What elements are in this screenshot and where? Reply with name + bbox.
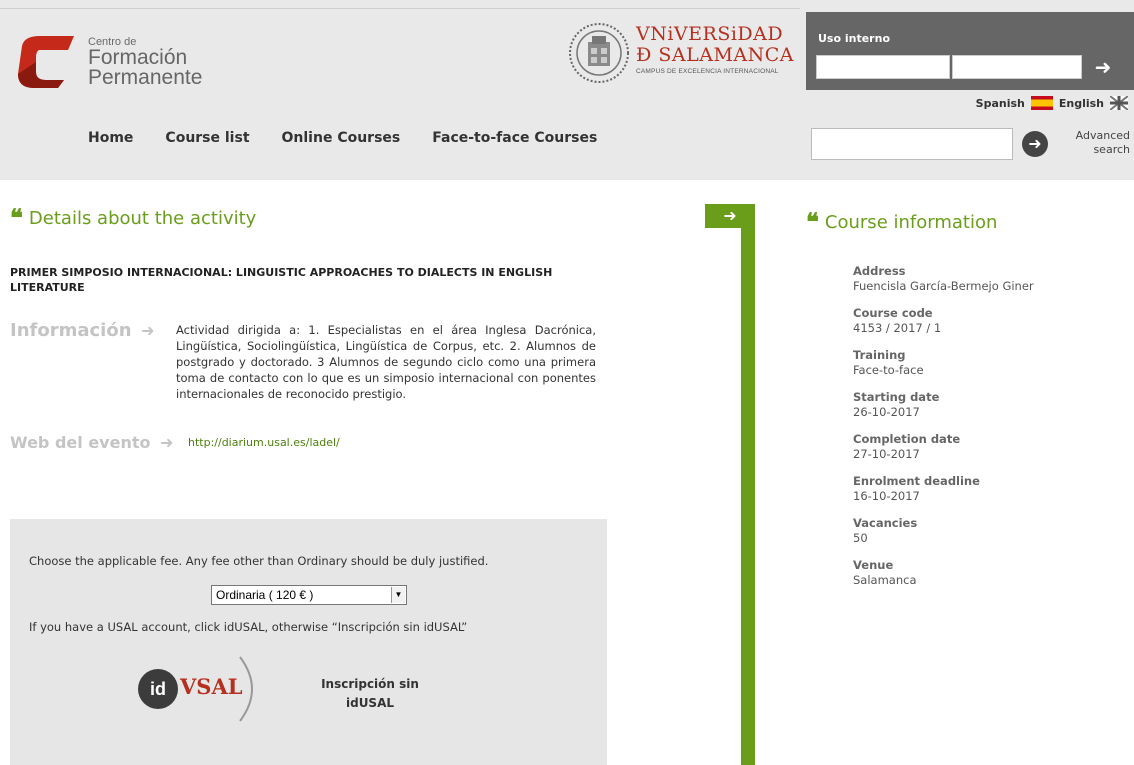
- info-item-label: Training: [853, 348, 906, 362]
- register-without-idusal-button[interactable]: Inscripción sin idUSAL: [320, 675, 420, 713]
- university-subtitle: CAMPUS DE EXCELENCIA INTERNACIONAL: [636, 68, 779, 75]
- course-info-venue: Venue Salamanca: [853, 558, 1123, 588]
- quote-icon: ❝: [806, 207, 819, 236]
- idusal-id-badge: id: [138, 669, 178, 709]
- login-password-field[interactable]: [952, 55, 1082, 79]
- flag-uk-icon[interactable]: [1110, 96, 1128, 110]
- university-name-line-2: Ð SALAMANCA: [636, 44, 795, 66]
- info-item-value: 26-10-2017: [853, 405, 920, 419]
- advanced-search-link[interactable]: Advanced search: [1060, 129, 1130, 157]
- info-item-label: Vacancies: [853, 516, 918, 530]
- course-info-training: Training Face-to-face: [853, 348, 1123, 378]
- details-title-text: Details about the activity: [28, 208, 257, 229]
- arrow-right-icon: ➜: [135, 321, 155, 340]
- web-label-text: Web del evento: [10, 433, 151, 452]
- flag-es-icon[interactable]: [1030, 96, 1053, 110]
- idusal-login-button[interactable]: id VSAL: [138, 655, 268, 723]
- nav-home[interactable]: Home: [88, 130, 133, 146]
- fee-instruction: Choose the applicable fee. Any fee other…: [29, 554, 489, 568]
- course-info-address: Address Fuencisla García-Bermejo Giner: [853, 264, 1123, 294]
- header: Centro de Formación Permanente VNiVERSiD…: [0, 0, 1134, 180]
- fee-select[interactable]: Ordinaria ( 120 € ) ▼: [211, 585, 407, 605]
- course-info-vacancies: Vacancies 50: [853, 516, 1123, 546]
- info-item-value: Salamanca: [853, 573, 917, 587]
- info-item-value: 4153 / 2017 / 1: [853, 321, 942, 335]
- arrow-right-icon: ➜: [154, 433, 174, 452]
- idusal-arc-icon: [239, 656, 253, 722]
- details-section-title: ❝ Details about the activity: [10, 203, 256, 232]
- info-item-label: Completion date: [853, 432, 961, 446]
- course-info-start-date: Starting date 26-10-2017: [853, 390, 1123, 420]
- quote-icon: ❝: [10, 203, 23, 232]
- info-label-text: Información: [10, 320, 132, 341]
- activity-title: PRIMER SIMPOSIO INTERNACIONAL: LINGUISTI…: [10, 266, 553, 294]
- info-item-value: Face-to-face: [853, 363, 924, 377]
- info-item-label: Address: [853, 264, 906, 278]
- logo-text[interactable]: Centro de Formación Permanente: [88, 36, 202, 88]
- divider-arrow-icon: ➜: [705, 204, 755, 228]
- login-title: Uso interno: [818, 32, 890, 45]
- search-input[interactable]: [811, 128, 1013, 160]
- chevron-down-icon[interactable]: ▼: [391, 587, 405, 603]
- login-username-field[interactable]: [816, 55, 950, 79]
- nav-online-courses[interactable]: Online Courses: [282, 130, 401, 146]
- info-item-label: Course code: [853, 306, 933, 320]
- internal-login-panel: Uso interno ➜: [806, 12, 1134, 90]
- info-item-label: Venue: [853, 558, 894, 572]
- language-switcher: Spanish English: [976, 96, 1128, 110]
- info-label: Información ➜: [10, 320, 155, 341]
- web-label: Web del evento ➜: [10, 433, 173, 452]
- language-spanish-link[interactable]: Spanish: [976, 97, 1025, 110]
- language-english-link[interactable]: English: [1059, 97, 1104, 110]
- search-arrow-icon[interactable]: ➜: [1022, 131, 1048, 157]
- university-name[interactable]: VNiVERSiDAD Ð SALAMANCA CAMPUS DE EXCELE…: [636, 23, 795, 76]
- course-info-code: Course code 4153 / 2017 / 1: [853, 306, 1123, 336]
- fee-panel: Choose the applicable fee. Any fee other…: [10, 519, 607, 765]
- nav-face-to-face-courses[interactable]: Face-to-face Courses: [432, 130, 597, 146]
- course-info-enrolment-deadline: Enrolment deadline 16-10-2017: [853, 474, 1123, 504]
- info-description: Actividad dirigida a: 1. Especialistas e…: [176, 323, 596, 401]
- login-submit-arrow-icon[interactable]: ➜: [1090, 56, 1116, 78]
- course-info-list: Address Fuencisla García-Bermejo Giner C…: [853, 264, 1123, 600]
- logo-line-1: Formación: [88, 46, 188, 69]
- university-seal-icon: [569, 23, 629, 83]
- event-website-link[interactable]: http://diarium.usal.es/ladel/: [188, 436, 340, 449]
- info-item-value: 27-10-2017: [853, 447, 920, 461]
- logo-line-2: Permanente: [88, 66, 203, 89]
- header-divider: [0, 8, 800, 9]
- course-info-section-title: ❝ Course information: [806, 207, 997, 236]
- info-item-value: Fuencisla García-Bermejo Giner: [853, 279, 1034, 293]
- info-item-label: Enrolment deadline: [853, 474, 980, 488]
- info-item-label: Starting date: [853, 390, 940, 404]
- usal-account-text: If you have a USAL account, click idUSAL…: [29, 620, 468, 634]
- info-item-value: 16-10-2017: [853, 489, 920, 503]
- course-title-text: Course information: [824, 212, 998, 233]
- info-item-value: 50: [853, 531, 868, 545]
- university-name-line-1: VNiVERSiDAD: [636, 23, 784, 45]
- course-info-completion-date: Completion date 27-10-2017: [853, 432, 1123, 462]
- nav-course-list[interactable]: Course list: [165, 130, 249, 146]
- formacion-permanente-logo-icon: [18, 36, 74, 88]
- column-divider: [741, 204, 755, 765]
- fee-select-value: Ordinaria ( 120 € ): [216, 588, 314, 602]
- main-navigation: Home Course list Online Courses Face-to-…: [88, 130, 597, 146]
